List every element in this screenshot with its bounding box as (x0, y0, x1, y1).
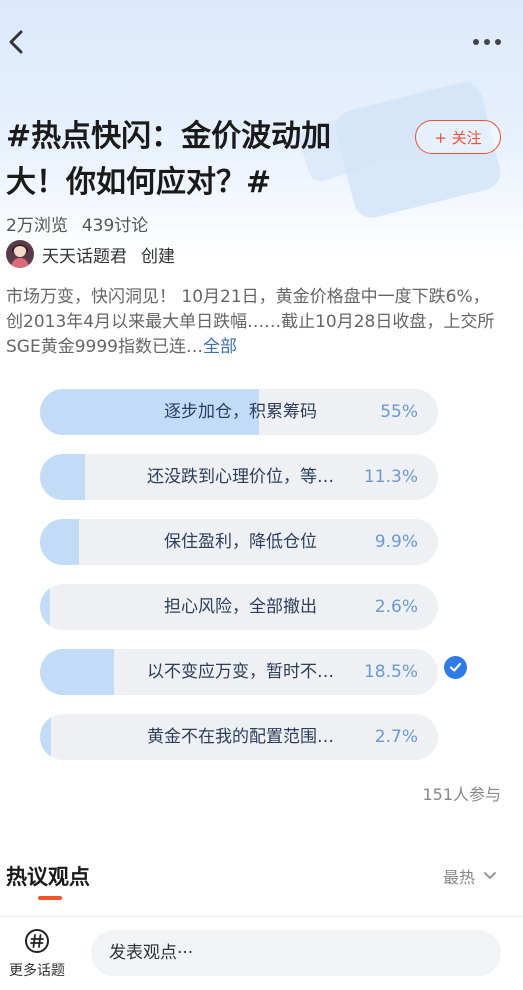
top-bar (0, 22, 523, 62)
views-count: 2万浏览 (6, 216, 68, 236)
divider (0, 916, 523, 917)
avatar[interactable] (6, 240, 34, 268)
discussions-count: 439讨论 (81, 216, 149, 236)
poll-option-percent: 55% (380, 402, 418, 422)
poll-option-label: 担心风险，全部撤出 (164, 597, 317, 617)
topic-stats: 2万浏览 439讨论 (6, 211, 148, 236)
poll-option-percent: 2.6% (374, 597, 418, 617)
hot-opinions-title: 热议观点 (6, 865, 90, 889)
creator-name[interactable]: 天天话题君 (42, 242, 127, 267)
expand-description-link[interactable]: 全部 (203, 337, 237, 357)
poll-option-bar (40, 519, 80, 565)
poll-option[interactable]: 担心风险，全部撤出 2.6% (40, 584, 438, 630)
poll-option[interactable]: 逐步加仓，积累筹码 55% (40, 389, 438, 435)
more-dots-icon[interactable] (471, 32, 503, 52)
more-topics-label: 更多话题 (9, 963, 65, 979)
poll-option-percent: 2.7% (374, 727, 418, 747)
more-topics-button[interactable]: 更多话题 (4, 928, 70, 980)
description-text: 市场万变，快闪洞见！ 10月21日，黄金价格盘中一度下跌6%，创2013年4月以… (6, 287, 495, 357)
poll-option-label: 还没跌到心理价位，等… (147, 467, 334, 487)
poll-option-bar (40, 584, 51, 630)
poll-option-label: 保住盈利，降低仓位 (164, 532, 317, 552)
comment-input[interactable]: 发表观点··· (91, 930, 501, 976)
hashtag-icon (25, 929, 49, 953)
poll-option-label: 逐步加仓，积累筹码 (164, 402, 317, 422)
poll-option[interactable]: 还没跌到心理价位，等… 11.3% (40, 454, 438, 500)
poll-option-bar (40, 454, 85, 500)
poll-option-percent: 9.9% (374, 532, 418, 552)
poll-option-label: 黄金不在我的配置范围… (147, 727, 334, 747)
poll-option[interactable]: 保住盈利，降低仓位 9.9% (40, 519, 438, 565)
poll-option-bar (40, 649, 114, 695)
poll-option-percent: 11.3% (363, 467, 418, 487)
poll-option[interactable]: 黄金不在我的配置范围… 2.7% (40, 714, 438, 760)
poll-option-percent: 18.5% (363, 662, 418, 682)
topic-description: 市场万变，快闪洞见！ 10月21日，黄金价格盘中一度下跌6%，创2013年4月以… (6, 285, 506, 360)
poll-option-bar (40, 714, 51, 760)
sort-dropdown[interactable]: 最热 (443, 864, 497, 888)
follow-button[interactable]: + 关注 (415, 120, 501, 154)
selected-check-icon (444, 656, 467, 679)
chevron-left-icon[interactable] (4, 26, 32, 58)
creator-info: 天天话题君 创建 (6, 239, 175, 269)
poll-option-label: 以不变应万变，暂时不… (147, 662, 334, 682)
chevron-down-icon (484, 872, 496, 879)
creator-role: 创建 (141, 246, 175, 267)
poll-option[interactable]: 以不变应万变，暂时不… 18.5% (40, 649, 438, 695)
topic-title: #热点快闪：金价波动加大！你如何应对？# (6, 119, 332, 200)
tab-underline (38, 896, 62, 900)
sort-label: 最热 (442, 868, 475, 887)
participants-count: 151人参与 (422, 785, 501, 804)
